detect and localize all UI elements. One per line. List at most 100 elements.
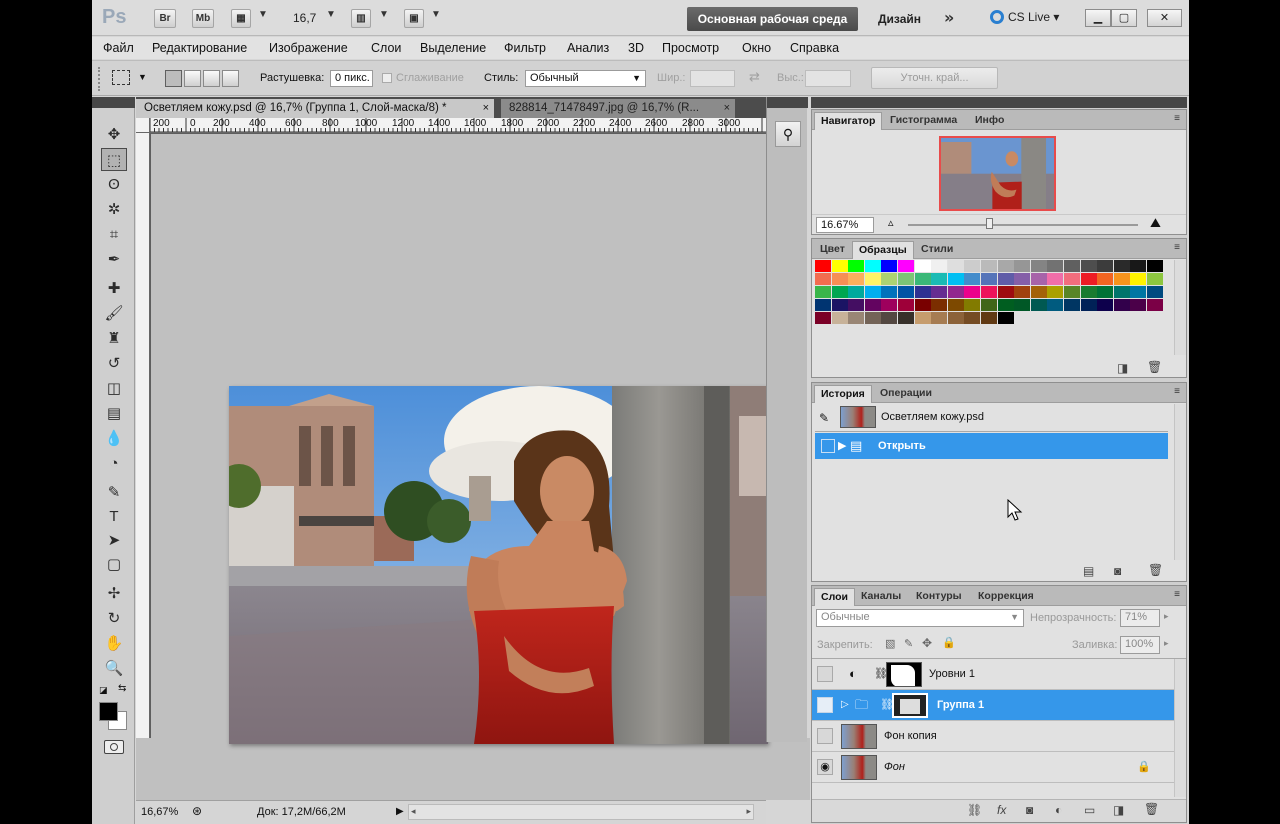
color-swatch[interactable] — [881, 312, 898, 324]
panel-dock-grip[interactable] — [811, 97, 1187, 108]
horizontal-ruler[interactable]: 200 0 200 400 600 800 1000 1200 1400 160… — [150, 118, 766, 133]
maximize-button[interactable]: ▢ — [1111, 9, 1137, 27]
height-input[interactable] — [805, 70, 851, 87]
tab-history[interactable]: История — [814, 385, 872, 403]
color-swatch[interactable] — [1097, 299, 1114, 311]
color-swatch[interactable] — [914, 299, 931, 311]
toolbox-grip[interactable] — [92, 97, 135, 108]
antialias-checkbox[interactable] — [382, 73, 392, 83]
color-swatch[interactable] — [1147, 286, 1163, 298]
healing-brush-tool-icon[interactable]: ✚ — [101, 277, 127, 300]
refine-edge-button[interactable]: Уточн. край... — [871, 67, 998, 89]
tab-info[interactable]: Инфо — [969, 112, 1010, 130]
lock-position-icon[interactable]: ✥ — [922, 636, 932, 650]
color-swatch[interactable] — [848, 286, 865, 298]
color-swatch[interactable] — [881, 286, 898, 298]
color-swatch[interactable] — [931, 273, 948, 285]
arrange-documents-icon[interactable]: ▥ — [351, 9, 371, 28]
workspace-essentials-button[interactable]: Основная рабочая среда — [687, 7, 858, 31]
color-swatch[interactable] — [815, 273, 831, 285]
status-menu-arrow-icon[interactable]: ▶ — [396, 806, 404, 817]
color-swatch[interactable] — [864, 273, 881, 285]
color-swatch[interactable] — [864, 286, 881, 298]
color-swatch[interactable] — [1047, 260, 1064, 272]
eraser-tool-icon[interactable]: ◫ — [101, 377, 127, 400]
intersect-selection-icon[interactable] — [222, 70, 239, 87]
color-swatch[interactable] — [947, 299, 964, 311]
menu-select[interactable]: Выделение — [420, 41, 486, 55]
color-swatch[interactable] — [997, 260, 1014, 272]
path-selection-tool-icon[interactable]: ➤ — [101, 529, 127, 552]
history-brush-source-icon[interactable]: ✎ — [819, 405, 829, 431]
link-layers-icon[interactable]: ⛓ — [967, 803, 982, 817]
tab-actions[interactable]: Операции — [874, 385, 938, 403]
panel-menu-icon[interactable]: ≡ — [1174, 386, 1180, 397]
feather-input[interactable]: 0 пикс. — [330, 70, 373, 87]
view-extras-icon[interactable]: ▦ — [231, 9, 251, 28]
status-zoom[interactable]: 16,67% — [141, 806, 178, 818]
color-swatch[interactable] — [1014, 299, 1031, 311]
menu-3d[interactable]: 3D — [628, 41, 644, 55]
color-swatch[interactable] — [1147, 299, 1163, 311]
color-swatch[interactable] — [1030, 273, 1047, 285]
history-brush-tool-icon[interactable]: ↺ — [101, 352, 127, 375]
color-swatch[interactable] — [1130, 286, 1147, 298]
chevron-down-icon[interactable]: ▼ — [326, 9, 336, 20]
clone-stamp-tool-icon[interactable]: ♜ — [101, 327, 127, 350]
color-swatch[interactable] — [1047, 273, 1064, 285]
fill-input[interactable]: 100% — [1120, 636, 1160, 654]
color-swatch[interactable] — [815, 312, 831, 324]
color-swatch[interactable] — [831, 299, 848, 311]
blur-tool-icon[interactable]: 💧 — [101, 427, 127, 450]
color-swatch[interactable] — [1030, 286, 1047, 298]
color-swatch[interactable] — [931, 299, 948, 311]
screen-mode-icon[interactable]: ▣ — [404, 9, 424, 28]
bridge-button[interactable]: Br — [154, 9, 176, 28]
menu-window[interactable]: Окно — [742, 41, 771, 55]
color-swatch[interactable] — [997, 286, 1014, 298]
lock-image-icon[interactable]: ✎ — [904, 637, 913, 650]
tab-navigator[interactable]: Навигатор — [814, 112, 883, 130]
color-swatch[interactable] — [981, 312, 997, 324]
color-swatch[interactable] — [1130, 299, 1147, 311]
dodge-tool-icon[interactable]: ◔ — [101, 452, 127, 475]
new-swatch-icon[interactable]: ◨ — [1117, 361, 1128, 375]
chevron-down-icon[interactable]: ▼ — [379, 9, 389, 20]
chevron-down-icon[interactable]: ▼ — [431, 9, 441, 20]
color-swatch[interactable] — [997, 273, 1014, 285]
color-swatch[interactable] — [981, 260, 997, 272]
3d-orbit-tool-icon[interactable]: ↻ — [101, 607, 127, 630]
crop-tool-icon[interactable]: ⌗ — [101, 223, 127, 246]
color-swatch[interactable] — [997, 312, 1014, 324]
tab-paths[interactable]: Контуры — [910, 588, 968, 606]
color-swatch[interactable] — [1030, 299, 1047, 311]
eyedropper-tool-icon[interactable]: ✒ — [101, 248, 127, 271]
hand-tool-icon[interactable]: ✋ — [101, 632, 127, 655]
mini-bridge-button[interactable]: Mb — [192, 9, 214, 28]
color-swatch[interactable] — [1097, 260, 1114, 272]
tab-color[interactable]: Цвет — [814, 241, 851, 259]
zoom-tool-icon[interactable]: 🔍 — [101, 657, 127, 680]
color-swatch[interactable] — [1014, 260, 1031, 272]
color-swatch[interactable] — [1080, 299, 1097, 311]
zoom-out-icon[interactable]: ▵ — [888, 216, 894, 229]
scroll-right-icon[interactable]: ▸ — [746, 806, 751, 817]
layer-visibility-toggle[interactable] — [817, 697, 833, 713]
history-snapshot[interactable]: ✎ Осветляем кожу.psd — [815, 404, 1168, 430]
color-swatch[interactable] — [1047, 286, 1064, 298]
layer-row[interactable]: ◉ Фон 🔒 — [812, 752, 1174, 783]
brush-tool-icon[interactable]: 🖌 — [101, 302, 127, 325]
lasso-tool-icon[interactable]: ʘ — [101, 173, 127, 196]
swap-colors-icon[interactable]: ⇆ — [118, 683, 126, 694]
layer-style-icon[interactable]: fx — [997, 803, 1006, 817]
color-swatch[interactable] — [914, 286, 931, 298]
color-swatch[interactable] — [1113, 286, 1130, 298]
color-swatch[interactable] — [1097, 286, 1114, 298]
3d-rotate-tool-icon[interactable]: ✢ — [101, 582, 127, 605]
style-select[interactable]: Обычный ▼ — [525, 70, 646, 87]
color-swatch[interactable] — [914, 312, 931, 324]
group-mask-thumb[interactable] — [892, 693, 928, 718]
color-swatch[interactable] — [1130, 260, 1147, 272]
layer-row[interactable]: ◐ ⛓ Уровни 1 — [812, 659, 1174, 690]
rectangular-marquee-preset-icon[interactable] — [112, 70, 130, 85]
